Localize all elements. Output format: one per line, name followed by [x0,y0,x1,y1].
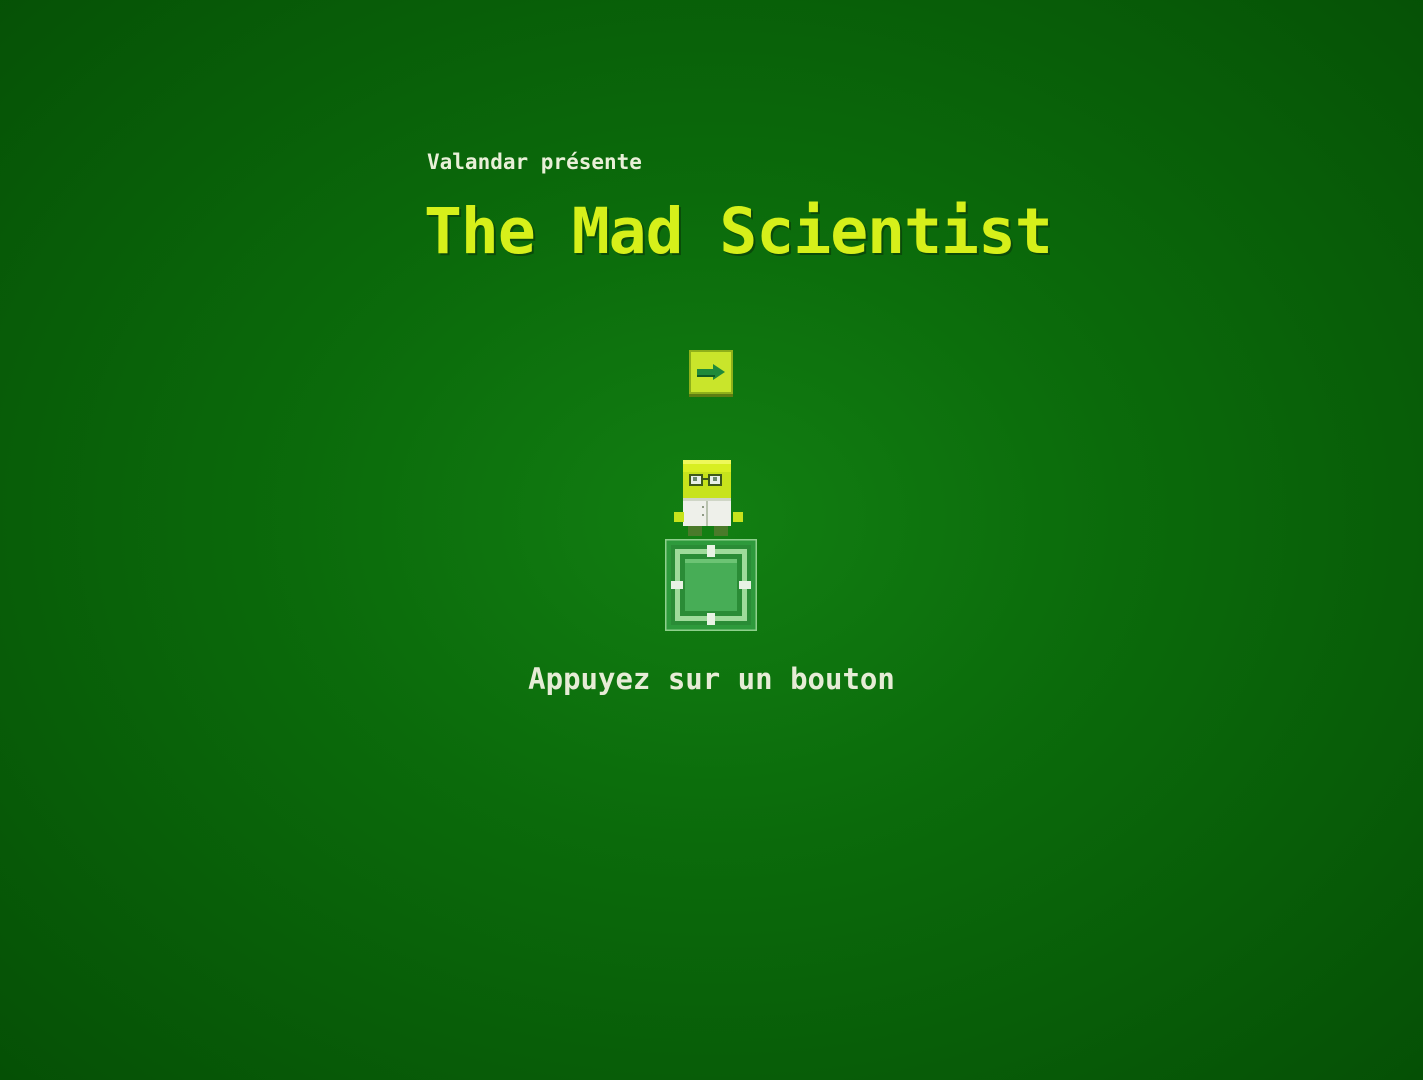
presenter-credit: Valandar présente [427,150,642,174]
press-any-button-prompt: Appuyez sur un bouton [528,662,895,696]
scientist-sprite [674,460,743,536]
arrow-right-icon [697,364,725,380]
title-screen[interactable]: Valandar présente The Mad Scientist Appu… [0,0,1423,1080]
game-title: The Mad Scientist [424,195,1053,268]
arrow-key-button[interactable] [689,350,733,394]
platform-block [665,539,757,631]
